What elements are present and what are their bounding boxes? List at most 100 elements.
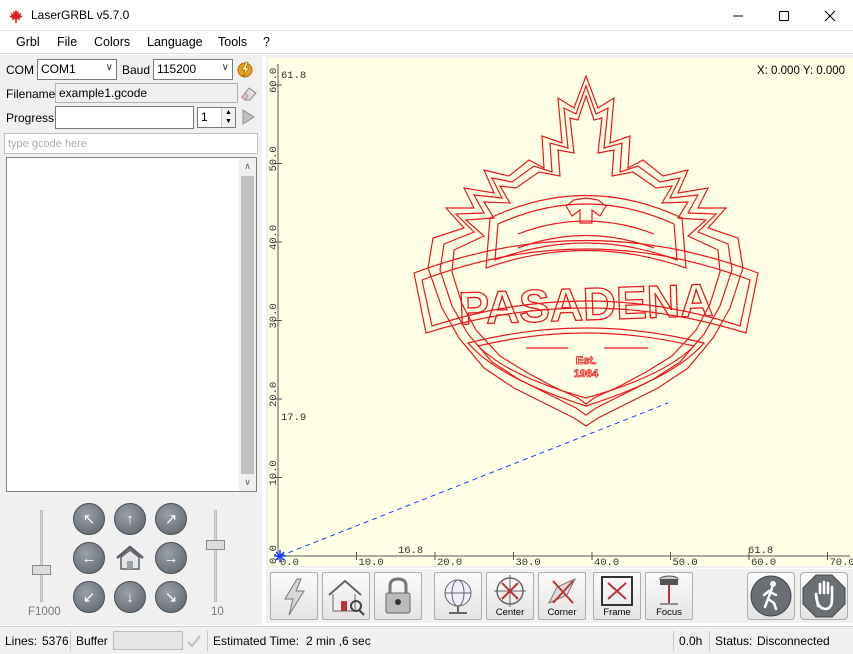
- menu-bar: Grbl File Colors Language Tools ?: [0, 31, 853, 54]
- x-tick-label: 30.0: [516, 557, 541, 566]
- crosshair-icon: [494, 575, 526, 607]
- y-tick-label: 30.0: [268, 303, 280, 328]
- com-label: COM: [6, 63, 34, 77]
- slider-knob[interactable]: [32, 565, 51, 575]
- connect-icon[interactable]: [236, 59, 256, 79]
- scrollbar-thumb[interactable]: [241, 176, 254, 474]
- slider-knob[interactable]: [206, 540, 225, 550]
- jog-home-button[interactable]: [114, 542, 146, 574]
- step-slider[interactable]: [205, 510, 225, 602]
- maximize-button[interactable]: [761, 0, 807, 31]
- separator: [673, 631, 674, 651]
- jog-down-right-button[interactable]: ↘: [155, 581, 187, 613]
- x-min-label: 16.8: [398, 545, 423, 557]
- elapsed-time: 0.0h: [679, 634, 703, 648]
- x-max-label: 61.8: [748, 545, 773, 557]
- globe-icon: [444, 579, 472, 614]
- jog-right-button[interactable]: →: [155, 542, 187, 574]
- chevron-down-icon[interactable]: ∨: [239, 474, 256, 491]
- walking-person-icon: [750, 575, 792, 617]
- focus-button[interactable]: Focus: [645, 572, 693, 620]
- minimize-button[interactable]: [715, 0, 761, 31]
- separator: [207, 631, 208, 651]
- jog-left-button[interactable]: ←: [73, 542, 105, 574]
- gcode-input[interactable]: type gcode here: [4, 133, 258, 154]
- chevron-down-icon: ∨: [105, 62, 113, 73]
- estimated-time-label: Estimated Time:: [213, 634, 300, 648]
- menu-language[interactable]: Language: [147, 35, 203, 49]
- x-tick-label: 10.0: [359, 557, 384, 566]
- slider-track: [40, 510, 43, 602]
- y-tick-label: 50.0: [268, 146, 280, 171]
- arrow-up-right-icon: ↗: [164, 511, 178, 528]
- status-bar: Lines: 5376 Buffer Estimated Time: 2 min…: [0, 626, 853, 654]
- y-min-label: 17.9: [281, 412, 306, 424]
- estimated-time-value: 2 min ,6 sec: [306, 634, 371, 648]
- window-title: LaserGRBL v5.7.0: [31, 8, 130, 22]
- menu-tools[interactable]: Tools: [218, 35, 247, 49]
- menu-file[interactable]: File: [57, 35, 77, 49]
- y-max-label: 61.8: [281, 70, 306, 82]
- logo-main-text: PASADENA: [458, 274, 714, 335]
- laser-power-button[interactable]: [270, 572, 318, 620]
- bottom-toolbar: Center Corner Frame Focus: [266, 569, 853, 623]
- y-tick-label: 60.0: [268, 68, 280, 93]
- y-axis-ticks: 0.010.020.030.040.050.060.0: [268, 68, 282, 564]
- speed-slider[interactable]: [31, 510, 51, 602]
- walk-button[interactable]: [747, 572, 795, 620]
- arrow-right-icon: →: [163, 549, 179, 567]
- status-label: Status:: [715, 634, 753, 648]
- separator: [709, 631, 710, 651]
- menu-colors[interactable]: Colors: [94, 35, 130, 49]
- frame-button[interactable]: Frame: [593, 572, 641, 620]
- stop-button[interactable]: [800, 572, 848, 620]
- left-panel: COM COM1 ∨ Baud 115200 ∨ Filename exampl…: [0, 55, 262, 625]
- x-tick-label: 70.0: [830, 557, 853, 566]
- minimize-icon: [733, 15, 743, 16]
- y-tick-label: 20.0: [268, 382, 280, 407]
- corner-button[interactable]: Corner: [538, 572, 586, 620]
- stepper-arrows-icon[interactable]: ▲ ▼: [221, 108, 235, 127]
- preview-drawing: 0.010.020.030.040.050.060.0 0.0 10.0 20.0 3…: [268, 64, 853, 566]
- play-icon[interactable]: [241, 109, 255, 125]
- lines-label: Lines:: [5, 634, 38, 648]
- arrow-up-icon: ↑: [126, 510, 134, 528]
- preview-canvas[interactable]: 0.0 10.0 20.0 30.0 40.0 50.0 60.0 0.0 10.0 20.0 3…: [268, 58, 853, 566]
- log-scrollbar[interactable]: ∧ ∨: [239, 158, 256, 491]
- focus-icon: [659, 575, 679, 605]
- menu-grbl[interactable]: Grbl: [16, 35, 40, 49]
- filename-label: Filename: [6, 87, 56, 101]
- stop-hand-icon: [802, 574, 846, 618]
- speed-label: F1000: [28, 606, 61, 618]
- jog-up-left-button[interactable]: ↖: [73, 503, 105, 535]
- jog-up-right-button[interactable]: ↗: [155, 503, 187, 535]
- progress-label: Progress: [6, 111, 55, 125]
- home-icon: [116, 545, 144, 570]
- chevron-up-icon[interactable]: ∧: [239, 158, 256, 175]
- lines-value: 5376: [42, 634, 69, 648]
- logo-year-text: 1964: [574, 368, 599, 380]
- chevron-down-icon: ∨: [221, 62, 229, 73]
- arrow-down-right-icon: ↘: [164, 589, 178, 606]
- baud-select[interactable]: 115200 ∨: [153, 59, 233, 80]
- maple-leaf-icon: [9, 9, 23, 23]
- rapid-move-line: [279, 402, 669, 557]
- passes-stepper[interactable]: 1 ▲ ▼: [197, 107, 236, 128]
- checkmark-icon: [187, 635, 201, 648]
- close-button[interactable]: [807, 0, 853, 31]
- arrow-left-icon: ←: [81, 549, 97, 567]
- x-tick-label: 60.0: [751, 557, 776, 566]
- home-search-button[interactable]: [322, 572, 370, 620]
- jog-down-left-button[interactable]: ↙: [73, 581, 105, 613]
- step-label: 10: [211, 606, 224, 618]
- x-tick-label: 20.0: [437, 557, 462, 566]
- center-button[interactable]: Center: [486, 572, 534, 620]
- globe-button[interactable]: [434, 572, 482, 620]
- jog-up-button[interactable]: ↑: [114, 503, 146, 535]
- menu-help[interactable]: ?: [263, 35, 270, 49]
- unlock-button[interactable]: [374, 572, 422, 620]
- eraser-icon[interactable]: [240, 84, 258, 102]
- com-select[interactable]: COM1 ∨: [37, 59, 117, 80]
- jog-down-button[interactable]: ↓: [114, 581, 146, 613]
- command-log[interactable]: ∧ ∨: [6, 157, 257, 492]
